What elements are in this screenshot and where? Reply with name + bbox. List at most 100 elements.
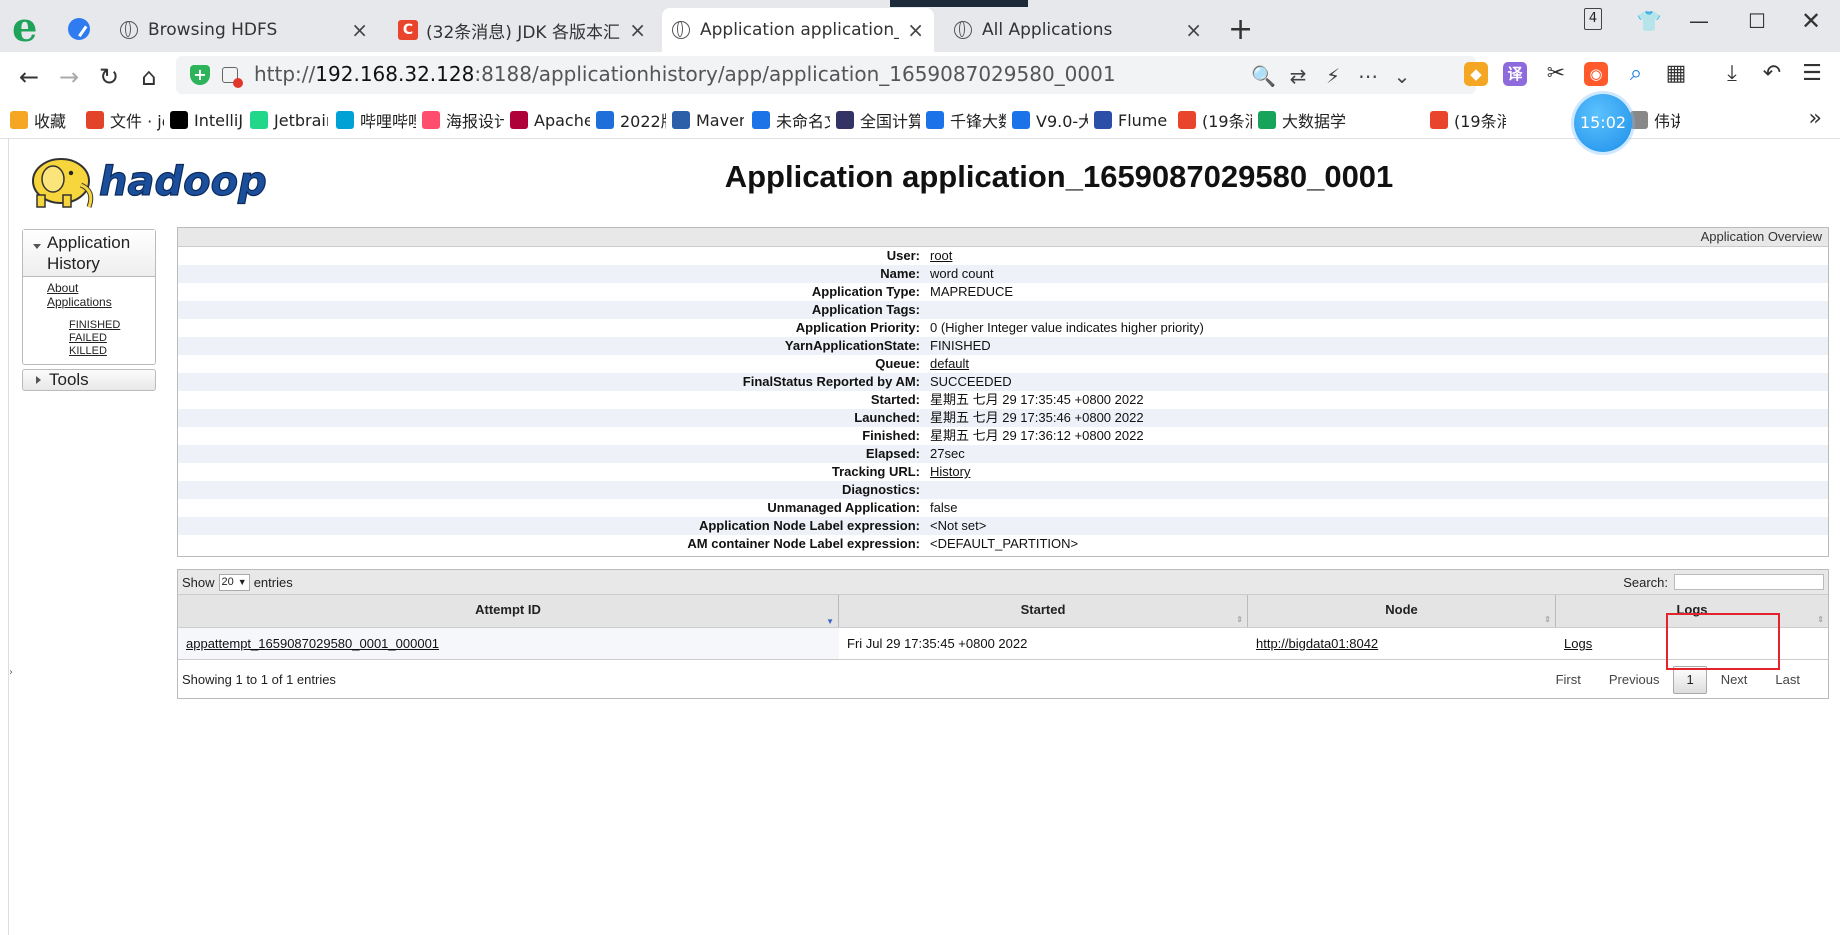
maximize-icon[interactable]: ☐ [1742, 6, 1772, 36]
bookmark-item[interactable]: 全国计算 [836, 108, 920, 132]
floating-clock[interactable]: 15:02 [1574, 94, 1632, 152]
chevron-down-icon[interactable]: ⌄ [1390, 64, 1414, 88]
sidebar-header[interactable]: Application History [23, 230, 155, 276]
bookmark-label: (19条消 [1202, 112, 1252, 131]
collapse-arrow-icon[interactable]: › [9, 667, 13, 678]
tab-application[interactable]: Application application_1659087029580_00… [662, 8, 934, 52]
page-size-value: 20 [221, 576, 234, 588]
pager-last[interactable]: Last [1761, 667, 1814, 693]
game-icon[interactable]: ◉ [1584, 62, 1608, 86]
bookmark-item[interactable]: 大数据学 [1258, 108, 1348, 132]
url-prefix: http:// [254, 62, 316, 86]
undo-icon[interactable]: ↶ [1758, 60, 1786, 88]
close-icon[interactable]: × [1185, 18, 1202, 42]
overview-row: Started: 星期五 七月 29 17:35:45 +0800 2022 [178, 391, 1828, 409]
sidebar-tools[interactable]: Tools [22, 369, 156, 391]
address-bar[interactable]: + http://192.168.32.128:8188/application… [176, 56, 1476, 94]
bookmark-item[interactable]: 伟讲 [1630, 108, 1680, 132]
sidebar-link-applications[interactable]: Applications [47, 295, 155, 309]
bookmark-item[interactable]: IntelliJ IDEA [170, 108, 242, 132]
bookmark-item[interactable]: Apache [510, 108, 590, 132]
close-icon[interactable]: × [351, 18, 368, 42]
close-icon[interactable]: × [907, 18, 924, 42]
url-text[interactable]: http://192.168.32.128:8188/applicationhi… [254, 62, 1116, 86]
tab-count-badge[interactable]: 4 [1584, 8, 1602, 30]
overview-key: Application Priority: [795, 320, 920, 335]
bookmark-item[interactable]: 海报设计 [422, 108, 504, 132]
bookmark-item[interactable]: 千锋大数 [926, 108, 1006, 132]
lion-extension-icon[interactable]: ◆ [1464, 62, 1488, 86]
search-input[interactable] [1674, 574, 1824, 590]
bookmark-item[interactable]: V9.0-大 [1012, 108, 1088, 132]
overview-key: Application Tags: [811, 302, 920, 317]
overview-key: Application Node Label expression: [698, 518, 920, 533]
scissors-icon[interactable]: ✂ [1542, 60, 1570, 88]
browser-logo-icon[interactable]: e [12, 8, 46, 48]
overview-value-link[interactable]: default [930, 355, 1828, 373]
bookmarks-more-icon[interactable]: » [1809, 106, 1822, 131]
zoom-icon[interactable]: 🔍 [1251, 64, 1276, 88]
forward-icon[interactable]: → [52, 60, 86, 94]
tab-all-applications[interactable]: All Applications × [944, 8, 1212, 52]
overview-row: Elapsed: 27sec [178, 445, 1828, 463]
bookmark-item[interactable]: 文件 · jdk [86, 108, 164, 132]
overview-value-link[interactable]: root [930, 247, 1828, 265]
close-icon[interactable]: × [629, 18, 646, 42]
security-shield-icon[interactable]: + [190, 65, 210, 85]
overview-value-link[interactable]: History [930, 463, 1828, 481]
attempt-id-link[interactable]: appattempt_1659087029580_0001_000001 [178, 628, 839, 659]
pager-next[interactable]: Next [1707, 667, 1762, 693]
table-footer: Showing 1 to 1 of 1 entries First Previo… [178, 660, 1828, 698]
search-control: Search: [1623, 574, 1824, 590]
column-label: Started [1020, 602, 1066, 617]
sidebar-link-failed[interactable]: FAILED [69, 332, 155, 345]
bookmark-item[interactable]: 收藏 [10, 108, 70, 132]
page-size-select[interactable]: 20 ▼ [218, 574, 250, 591]
pager-first[interactable]: First [1542, 667, 1595, 693]
tab-jdk-versions[interactable]: C (32条消息) JDK 各版本汇总表 × [388, 8, 656, 52]
overview-value: false [930, 500, 958, 515]
bookmark-item[interactable]: (19条消 [1178, 108, 1252, 132]
sidebar-link-killed[interactable]: KILLED [69, 345, 155, 358]
apps-grid-icon[interactable]: ▦ [1662, 60, 1690, 88]
shield-icon[interactable] [68, 18, 90, 40]
bookmark-item[interactable]: (19条消 [1430, 108, 1506, 132]
bookmark-item[interactable]: Jetbrains [250, 108, 328, 132]
node-link[interactable]: http://bigdata01:8042 [1248, 628, 1556, 659]
overview-caption: Application Overview [178, 228, 1828, 247]
window-close-icon[interactable]: ✕ [1796, 6, 1826, 36]
column-header-attempt-id[interactable]: Attempt ID ▼ [178, 595, 839, 627]
pager-previous[interactable]: Previous [1595, 667, 1674, 693]
pagination: First Previous 1 Next Last [1542, 666, 1814, 694]
bookmark-item[interactable]: 哔哩哔哩 [336, 108, 416, 132]
menu-icon[interactable]: ☰ [1798, 60, 1826, 88]
back-icon[interactable]: ← [12, 60, 46, 94]
overview-value: MAPREDUCE [930, 284, 1014, 299]
bookmark-item[interactable]: Maven [672, 108, 744, 132]
pager-current-page[interactable]: 1 [1673, 666, 1707, 694]
sort-icon: ⇕ [1817, 615, 1824, 624]
translate-extension-icon[interactable]: 译 [1503, 62, 1527, 86]
column-header-started[interactable]: Started ⇕ [839, 595, 1248, 627]
bookmark-item[interactable]: Flume 1. [1094, 108, 1172, 132]
overview-value [930, 481, 1828, 499]
bookmark-label: 伟讲 [1654, 112, 1680, 131]
tab-browsing-hdfs[interactable]: Browsing HDFS × [110, 8, 378, 52]
bookmark-item[interactable]: 2022版 [596, 108, 666, 132]
sidebar-link-finished[interactable]: FINISHED [69, 319, 155, 332]
translate-icon[interactable]: ⇄ [1286, 64, 1310, 88]
download-icon[interactable]: ⤓ [1718, 60, 1746, 88]
site-info-icon[interactable] [222, 67, 243, 88]
new-tab-button[interactable]: + [1228, 12, 1253, 47]
search-extension-icon[interactable]: ⌕ [1622, 60, 1650, 88]
shirt-icon[interactable]: 👕 [1634, 6, 1664, 36]
bookmark-item[interactable]: 未命名文 [752, 108, 830, 132]
reload-icon[interactable]: ↻ [92, 60, 126, 94]
minimize-icon[interactable]: — [1684, 6, 1714, 36]
home-icon[interactable]: ⌂ [132, 60, 166, 94]
sidebar-link-about[interactable]: About [47, 281, 155, 295]
lightning-icon[interactable]: ⚡ [1321, 64, 1345, 88]
column-header-node[interactable]: Node ⇕ [1248, 595, 1556, 627]
overview-value: 星期五 七月 29 17:35:45 +0800 2022 [930, 392, 1144, 407]
more-dots-icon[interactable]: ⋯ [1356, 64, 1380, 88]
